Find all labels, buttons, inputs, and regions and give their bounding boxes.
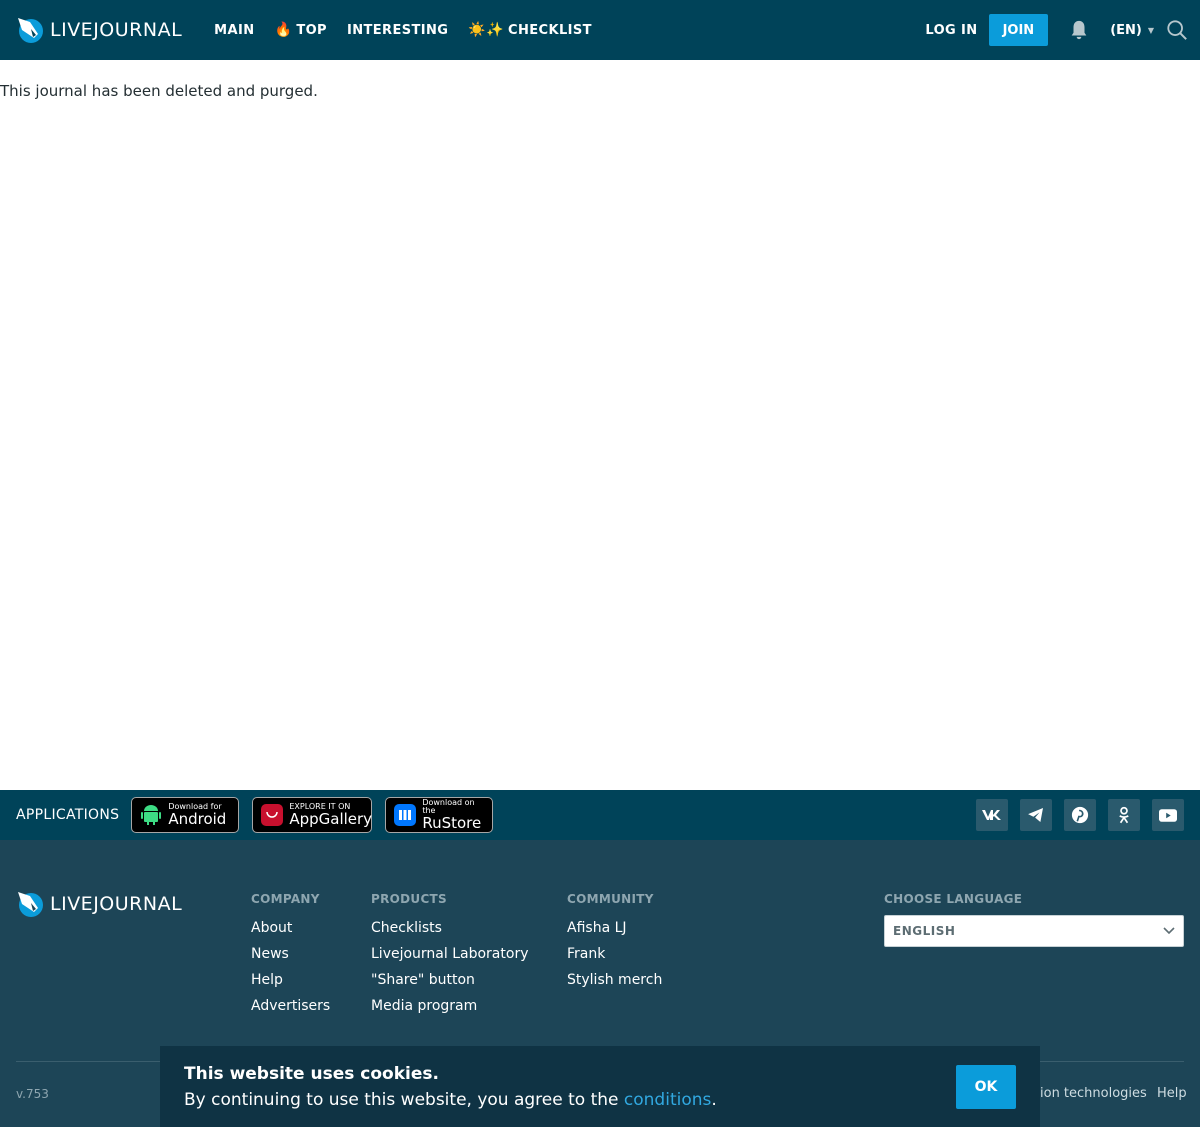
nav-main[interactable]: MAIN <box>214 23 254 38</box>
nav-top[interactable]: 🔥 TOP <box>274 22 327 38</box>
search-icon[interactable] <box>1166 19 1188 41</box>
cookie-body-suffix: . <box>711 1089 717 1110</box>
social-links <box>964 799 1184 831</box>
top-header: LIVEJOURNAL MAIN 🔥 TOP INTERESTING ☀️✨ C… <box>0 0 1200 60</box>
deleted-journal-message: This journal has been deleted and purged… <box>0 82 318 100</box>
vk-icon[interactable] <box>976 799 1008 831</box>
footer-logo[interactable]: LIVEJOURNAL <box>16 890 182 918</box>
site-version: v.753 <box>16 1087 49 1101</box>
footer-link-media-program[interactable]: Media program <box>371 998 528 1014</box>
bell-icon[interactable] <box>1068 19 1090 41</box>
nav-interesting-label: INTERESTING <box>346 22 449 38</box>
livejournal-logo-icon <box>18 18 43 43</box>
nav-checklist-label: CHECKLIST <box>508 22 592 38</box>
footer-logo-text: LIVEJOURNAL <box>50 893 183 915</box>
language-select[interactable]: ENGLISH <box>884 915 1184 947</box>
footer-column-title: COMMUNITY <box>567 892 654 906</box>
huawei-icon <box>261 804 284 826</box>
nav-main-label: MAIN <box>214 22 255 38</box>
language-select-value: ENGLISH <box>893 924 956 938</box>
telegram-icon[interactable] <box>1020 799 1052 831</box>
login-link[interactable]: LOG IN <box>925 23 977 38</box>
nav-checklist[interactable]: ☀️✨ CHECKLIST <box>468 22 592 38</box>
livejournal-logo-icon <box>18 892 43 917</box>
footer-column-community: COMMUNITY Afisha LJ Frank Stylish merch <box>567 892 662 998</box>
chevron-down-icon <box>1163 927 1175 935</box>
appgallery-badge[interactable]: EXPLORE IT ON AppGallery <box>252 797 373 833</box>
footer-column-title: PRODUCTS <box>371 892 447 906</box>
cookie-title: This website uses cookies. <box>184 1063 439 1084</box>
footer-language-chooser: CHOOSE LANGUAGE ENGLISH <box>884 892 1184 947</box>
nav-top-label: TOP <box>296 22 327 38</box>
join-button[interactable]: JOIN <box>988 14 1049 46</box>
livejournal-logo[interactable]: LIVEJOURNAL <box>16 16 182 44</box>
footer-link-checklists[interactable]: Checklists <box>371 920 528 936</box>
android-badge-big: Android <box>168 810 227 828</box>
footer-column-products: PRODUCTS Checklists Livejournal Laborato… <box>371 892 528 1024</box>
sparkle-icon: ☀️✨ <box>468 22 505 38</box>
youtube-icon[interactable] <box>1152 799 1184 831</box>
appgallery-badge-big: AppGallery <box>289 810 373 828</box>
applications-label: APPLICATIONS <box>16 807 120 823</box>
footer-column-title: COMPANY <box>251 892 320 906</box>
footer-link-afisha[interactable]: Afisha LJ <box>567 920 662 936</box>
header-actions: LOG IN JOIN (EN) ▼ <box>925 0 1200 60</box>
cookie-body-prefix: By continuing to use this website, you a… <box>184 1089 624 1110</box>
cookie-body: By continuing to use this website, you a… <box>184 1090 717 1110</box>
footer-link-frank[interactable]: Frank <box>567 946 662 962</box>
footer-link-news[interactable]: News <box>251 946 330 962</box>
rustore-icon <box>394 804 417 826</box>
footer-bottom-link-technologies[interactable]: ion technologies <box>1040 1086 1147 1101</box>
language-switcher[interactable]: (EN) ▼ <box>1110 23 1154 38</box>
footer-link-merch[interactable]: Stylish merch <box>567 972 662 988</box>
rustore-badge[interactable]: Download on the RuStore <box>385 797 494 833</box>
rustore-badge-big: RuStore <box>422 814 482 832</box>
footer-link-advertisers[interactable]: Advertisers <box>251 998 330 1014</box>
android-app-badge[interactable]: Download for Android <box>131 797 240 833</box>
cookie-banner: This website uses cookies. By continuing… <box>160 1046 1040 1127</box>
cookie-conditions-link[interactable]: conditions <box>624 1090 711 1110</box>
nav-interesting[interactable]: INTERESTING <box>347 23 448 38</box>
android-icon <box>140 804 162 826</box>
caret-down-icon: ▼ <box>1147 25 1154 35</box>
cookie-text: This website uses cookies. By continuing… <box>184 1064 717 1110</box>
logo-text: LIVEJOURNAL <box>50 19 183 41</box>
footer-link-help[interactable]: Help <box>251 972 330 988</box>
footer-link-share-button[interactable]: "Share" button <box>371 972 528 988</box>
language-chooser-title: CHOOSE LANGUAGE <box>884 892 1023 906</box>
footer-bottom-link-help[interactable]: Help <box>1157 1086 1187 1101</box>
cookie-ok-button[interactable]: OK <box>956 1064 1016 1109</box>
footer-column-company: COMPANY About News Help Advertisers <box>251 892 330 1024</box>
pinterest-icon[interactable] <box>1064 799 1096 831</box>
rustore-badge-small: Download on the <box>422 798 475 815</box>
footer-link-laboratory[interactable]: Livejournal Laboratory <box>371 946 528 962</box>
odnoklassniki-icon[interactable] <box>1108 799 1140 831</box>
footer-link-about[interactable]: About <box>251 920 330 936</box>
applications-bar: APPLICATIONS Download for Android EXPLOR… <box>0 790 1200 840</box>
language-label: (EN) <box>1110 22 1142 38</box>
fire-icon: 🔥 <box>274 22 293 38</box>
main-nav: MAIN 🔥 TOP INTERESTING ☀️✨ CHECKLIST <box>214 22 612 38</box>
